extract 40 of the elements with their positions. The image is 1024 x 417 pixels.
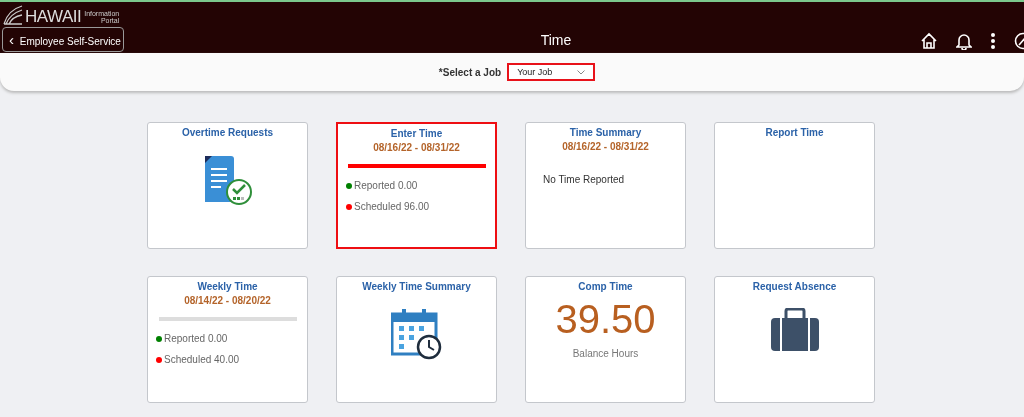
tile-title: Report Time [765,126,824,140]
tile-title: Weekly Time Summary [362,280,471,294]
home-icon[interactable] [920,31,938,50]
job-dropdown[interactable]: Your Job [507,63,596,81]
tile-card[interactable]: Weekly Time 08/14/22 - 08/20/22 Reported 0.00 Scheduled 40.00 [147,276,308,403]
field-label: *Select a Job [438,66,502,78]
balance-caption: Balance Hours [572,348,639,359]
back-button[interactable]: ‹ Employee Self-Service [2,27,124,52]
tile-card[interactable]: Enter Time 08/16/22 - 08/31/22 Reported 0.00 Scheduled 96.00 [336,122,497,249]
page-title: Time [539,31,573,48]
tile-card[interactable]: Report Time [714,122,875,249]
tile-title: Time Summary [569,126,642,140]
tile-card[interactable]: Overtime Requests [147,122,308,249]
tile-card[interactable]: Time Summary 08/16/22 - 08/31/22 No Time Reported [525,122,686,249]
document-check-icon [202,154,253,206]
status-text: Reported 0.00 [164,333,228,344]
status-text: Reported 0.00 [354,180,418,191]
tile-title: Overtime Requests [181,126,274,140]
tile-card[interactable]: Request Absence [714,276,875,403]
tile-title: Weekly Time [197,280,258,294]
tile-card[interactable]: Comp Time 39.50 Balance Hours [525,276,686,403]
status-text: Scheduled 40.00 [164,354,240,365]
bell-icon[interactable] [956,31,972,50]
briefcase-icon [769,308,820,352]
date-range: 08/16/22 - 08/31/22 [373,141,460,155]
balance-value: 39.50 [555,296,656,342]
status-text: Scheduled 96.00 [354,201,430,212]
more-icon[interactable] [990,32,996,49]
caret-icon [577,69,586,75]
tile-card[interactable]: Weekly Time Summary [336,276,497,403]
logo-text: HAWAII [25,8,82,26]
date-range: 08/14/22 - 08/20/22 [184,294,271,308]
tile-title: Comp Time [578,280,633,294]
tile-title: Request Absence [752,280,837,294]
compass-icon[interactable] [1014,31,1024,50]
calendar-clock-icon [390,308,443,360]
tile-title: Enter Time [390,127,443,141]
date-range: 08/16/22 - 08/31/22 [562,140,649,154]
logo-icon [2,4,24,26]
tile-message: No Time Reported [543,174,625,185]
